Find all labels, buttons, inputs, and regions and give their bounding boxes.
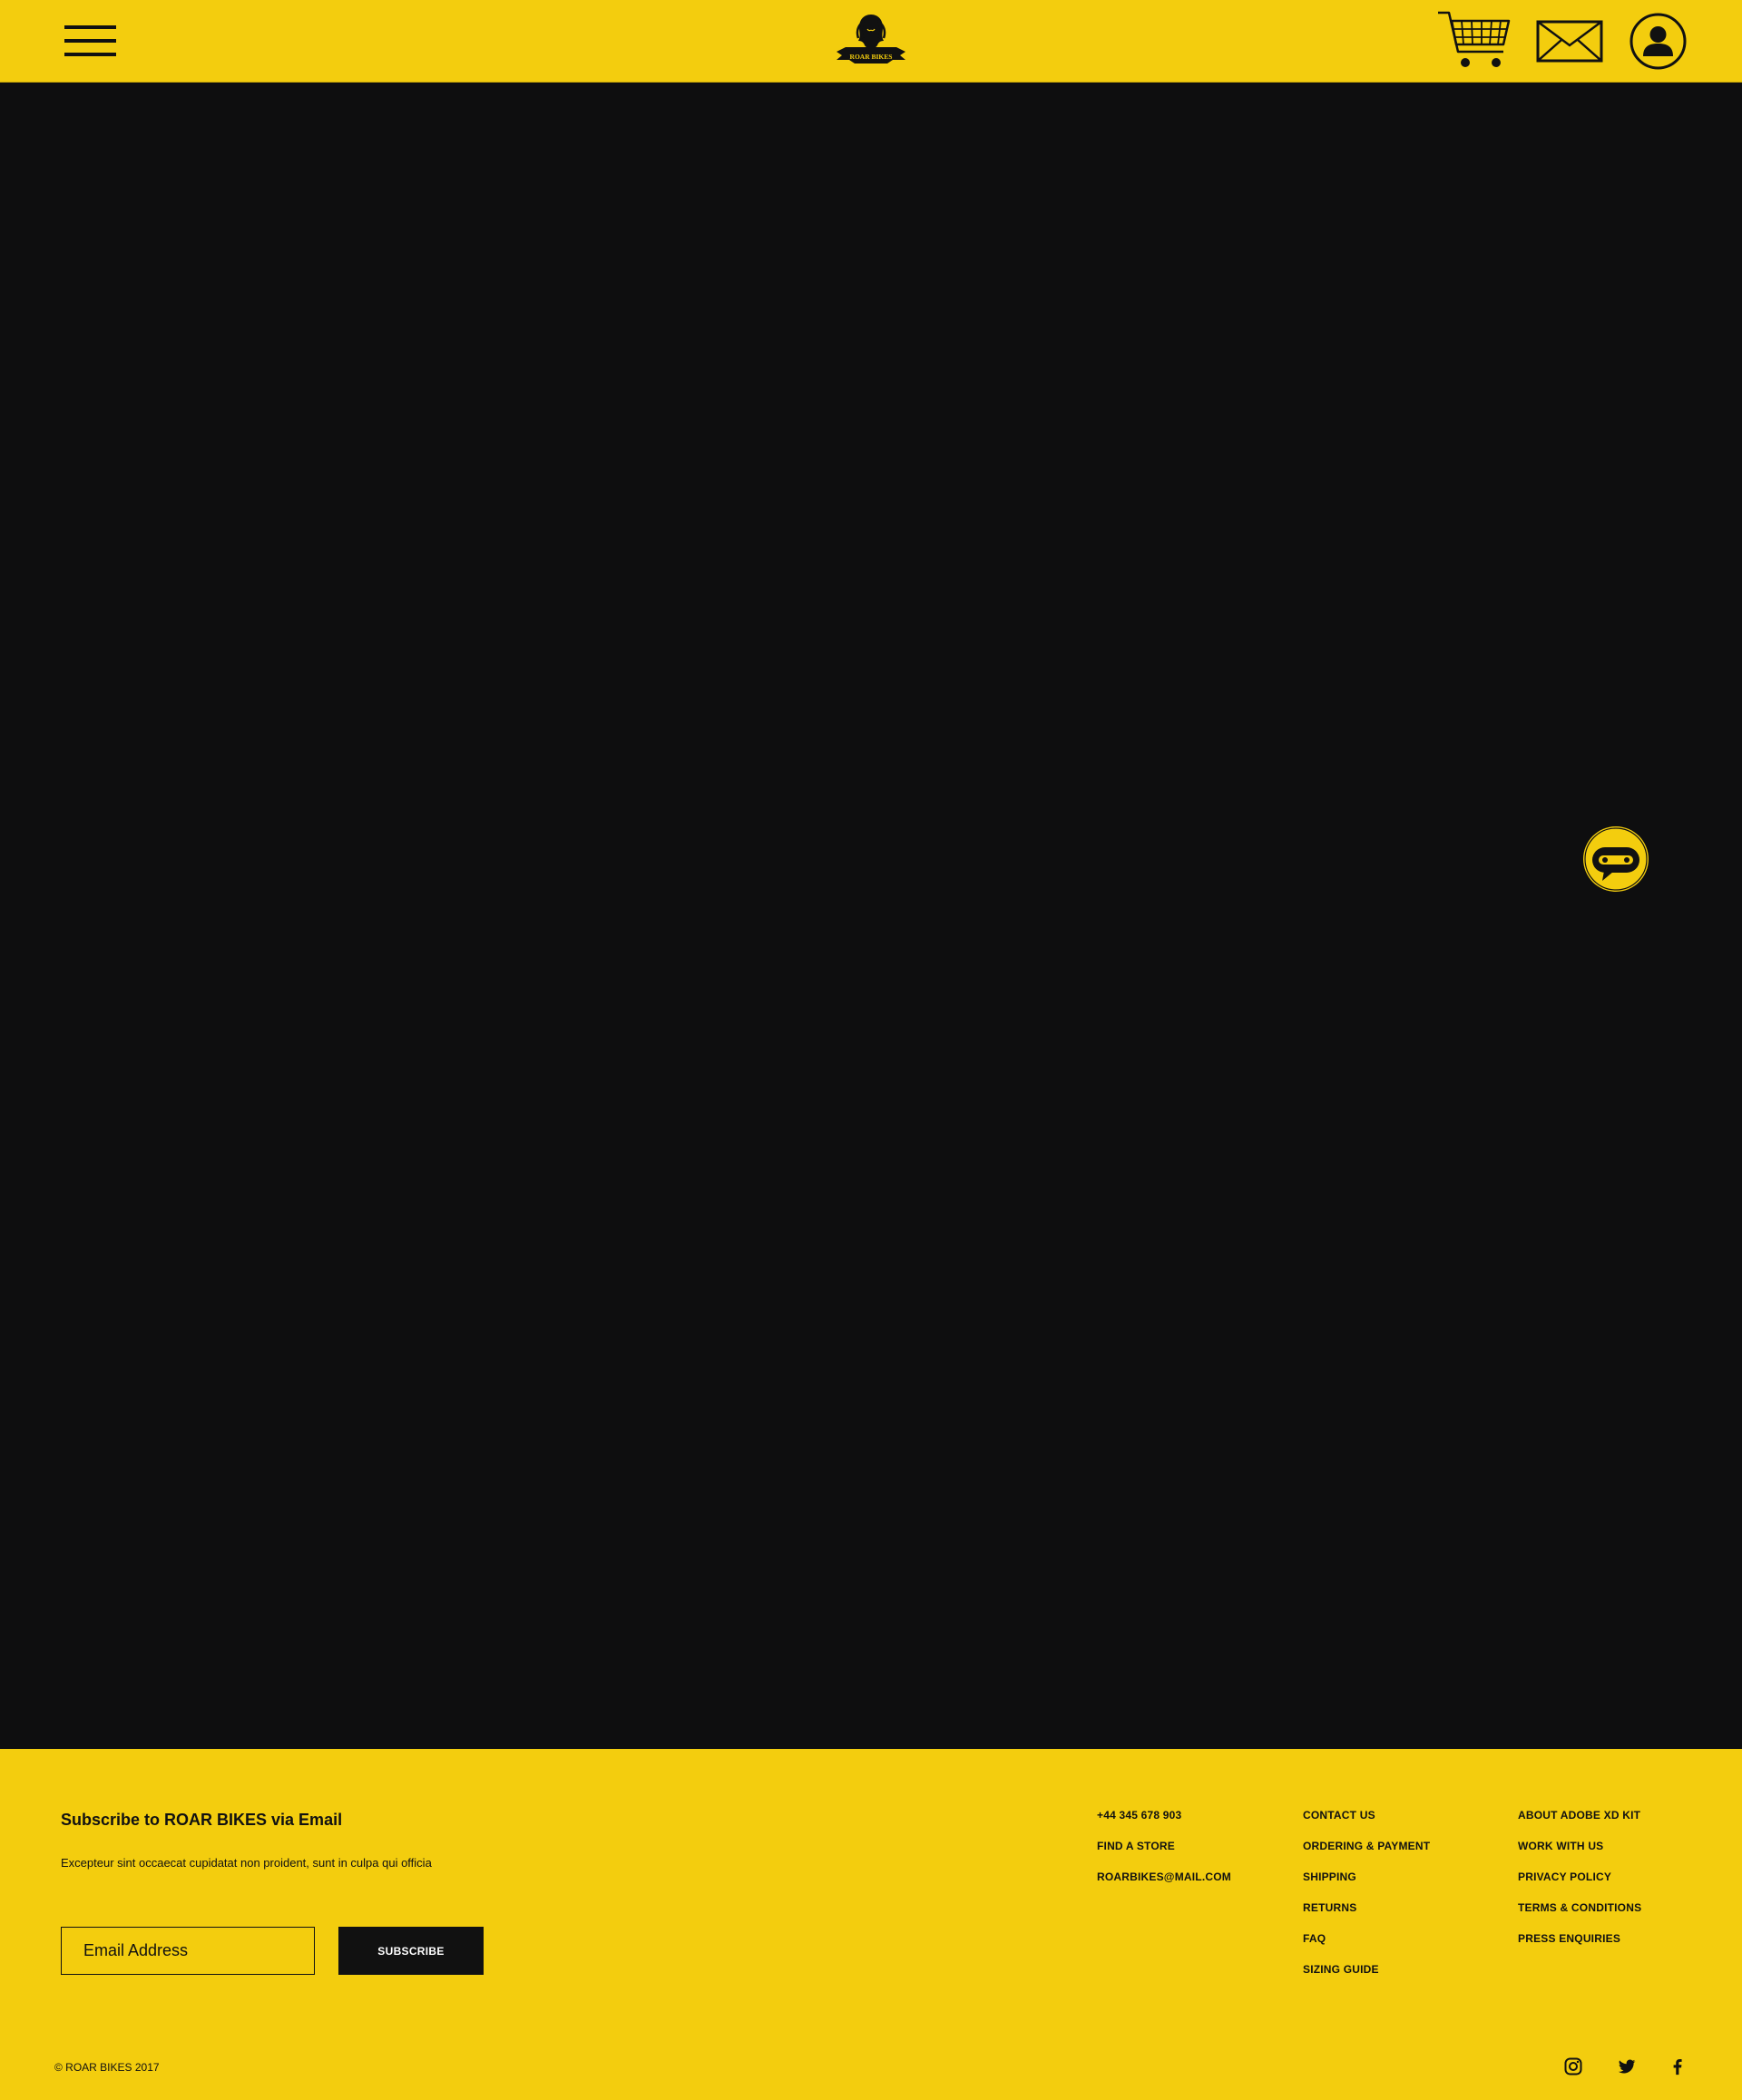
copyright-text: © ROAR BIKES 2017: [54, 2061, 160, 2074]
email-link[interactable]: ROARBIKES@MAIL.COM: [1097, 1870, 1231, 1901]
hero-banner: [0, 83, 1742, 1749]
find-store-link[interactable]: FIND A STORE: [1097, 1840, 1231, 1870]
phone-link[interactable]: +44 345 678 903: [1097, 1809, 1231, 1840]
site-footer: Subscribe to ROAR BIKES via Email Except…: [0, 1749, 1742, 2100]
sizing-guide-link[interactable]: SIZING GUIDE: [1303, 1963, 1430, 1994]
help-links: CONTACT US ORDERING & PAYMENT SHIPPING R…: [1303, 1809, 1430, 1994]
email-field[interactable]: [61, 1927, 315, 1975]
user-account-icon[interactable]: [1629, 13, 1687, 70]
press-enquiries-link[interactable]: PRESS ENQUIRIES: [1518, 1932, 1641, 1963]
hamburger-menu-icon[interactable]: [64, 24, 116, 57]
facebook-icon[interactable]: [1668, 2056, 1688, 2076]
site-header: ROAR BIKES: [0, 0, 1742, 83]
subscribe-title: Subscribe to ROAR BIKES via Email: [61, 1811, 343, 1829]
shopping-cart-icon[interactable]: [1436, 10, 1511, 71]
faq-link[interactable]: FAQ: [1303, 1932, 1430, 1963]
lion-crest-icon: ROAR BIKES: [837, 15, 905, 63]
about-link[interactable]: ABOUT ADOBE XD KIT: [1518, 1809, 1641, 1840]
envelope-icon[interactable]: [1536, 20, 1603, 63]
company-links: ABOUT ADOBE XD KIT WORK WITH US PRIVACY …: [1518, 1809, 1641, 1963]
work-with-us-link[interactable]: WORK WITH US: [1518, 1840, 1641, 1870]
chat-bubble-icon[interactable]: [1582, 825, 1649, 893]
contact-links: +44 345 678 903 FIND A STORE ROARBIKES@M…: [1097, 1809, 1231, 1901]
subscribe-description: Excepteur sint occaecat cupidatat non pr…: [61, 1856, 432, 1870]
twitter-icon[interactable]: [1617, 2056, 1637, 2076]
shipping-link[interactable]: SHIPPING: [1303, 1870, 1430, 1901]
contact-us-link[interactable]: CONTACT US: [1303, 1809, 1430, 1840]
terms-link[interactable]: TERMS & CONDITIONS: [1518, 1901, 1641, 1932]
ordering-payment-link[interactable]: ORDERING & PAYMENT: [1303, 1840, 1430, 1870]
menu-bar: [64, 25, 116, 29]
privacy-policy-link[interactable]: PRIVACY POLICY: [1518, 1870, 1641, 1901]
logo-text: ROAR BIKES: [850, 53, 893, 61]
subscribe-button[interactable]: SUBSCRIBE: [338, 1927, 484, 1975]
roar-bikes-logo[interactable]: ROAR BIKES: [831, 11, 911, 67]
menu-bar: [64, 53, 116, 56]
menu-bar: [64, 39, 116, 43]
returns-link[interactable]: RETURNS: [1303, 1901, 1430, 1932]
instagram-icon[interactable]: [1563, 2056, 1583, 2076]
